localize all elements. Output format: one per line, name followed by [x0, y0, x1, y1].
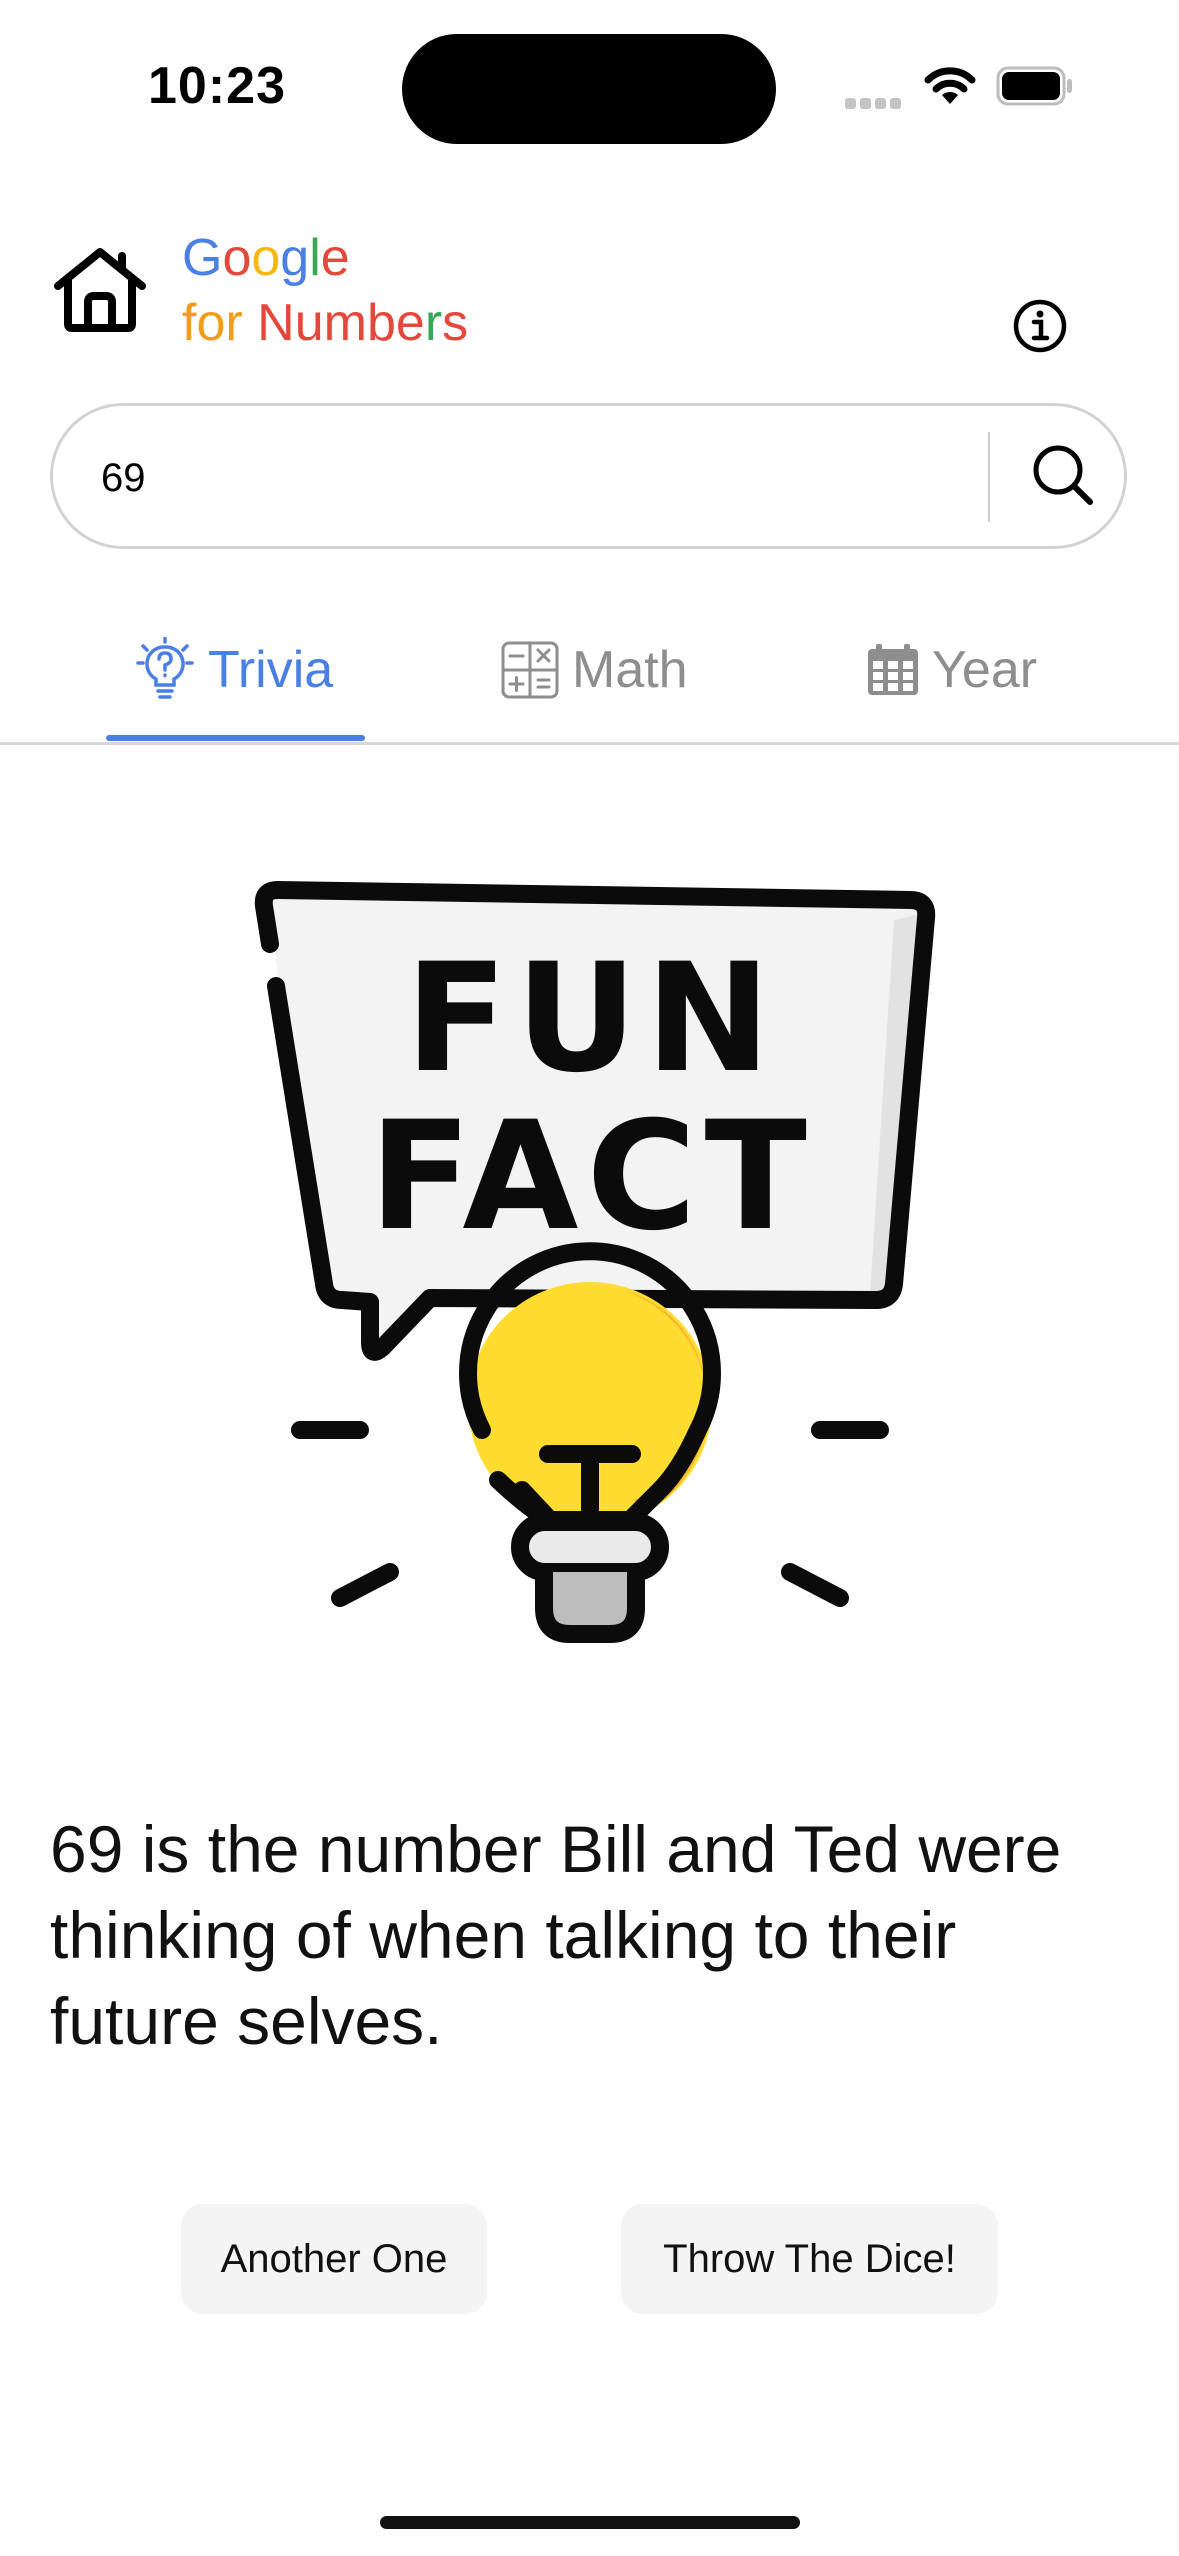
- tab-math-label: Math: [572, 641, 688, 699]
- brand-letter: N: [257, 294, 295, 352]
- lightbulb-question-icon: [136, 637, 194, 699]
- throw-the-dice-button[interactable]: Throw The Dice!: [621, 2204, 998, 2314]
- brand-letter: s: [442, 294, 469, 352]
- tab-trivia[interactable]: Trivia: [134, 630, 333, 710]
- brand-letter: g: [280, 229, 310, 287]
- brand-letter: r: [225, 294, 243, 352]
- brand-letter: o: [196, 294, 226, 352]
- calendar-icon: [868, 644, 918, 695]
- info-icon[interactable]: [1012, 298, 1068, 359]
- tab-bar-divider: [0, 742, 1179, 745]
- fact-text: 69 is the number Bill and Ted were think…: [50, 1812, 1062, 2058]
- cellular-signal-icon: [845, 96, 905, 110]
- illustration-fun: FUN: [405, 932, 779, 1106]
- brand-letter: [243, 294, 257, 352]
- tab-year-label: Year: [932, 641, 1038, 699]
- brand-letter: o: [222, 229, 252, 287]
- search-button[interactable]: [1018, 428, 1110, 520]
- brand-letter: b: [366, 294, 396, 352]
- calculator-icon: [501, 641, 559, 699]
- brand-letter: r: [424, 294, 443, 352]
- home-indicator: [380, 2516, 800, 2529]
- status-time: 10:23: [148, 57, 286, 115]
- search-bar: [50, 403, 1127, 549]
- wifi-icon: [922, 64, 978, 113]
- fun-fact-lightbulb-icon: FUN FACT: [230, 870, 950, 1680]
- search-icon: [1033, 445, 1093, 505]
- brand-letter: G: [182, 229, 223, 287]
- search-divider: [988, 432, 990, 522]
- brand-letter: u: [294, 294, 324, 352]
- dynamic-island: [402, 34, 776, 144]
- tab-trivia-label: Trivia: [208, 641, 334, 699]
- brand-for-numbers-text: for Numbers: [182, 293, 468, 353]
- another-one-button[interactable]: Another One: [181, 2204, 487, 2314]
- tab-year[interactable]: Year: [866, 630, 1037, 710]
- battery-icon: [996, 66, 1074, 106]
- brand-letter: m: [323, 294, 367, 352]
- home-icon[interactable]: [52, 246, 148, 337]
- search-input[interactable]: [99, 446, 983, 510]
- brand-letter: o: [251, 229, 281, 287]
- brand-letter: e: [320, 229, 350, 287]
- brand-letter: f: [182, 294, 197, 352]
- brand-letter: l: [309, 229, 321, 287]
- active-tab-indicator: [106, 735, 365, 741]
- brand-letter: e: [395, 294, 425, 352]
- illustration-fact: FACT: [369, 1090, 815, 1264]
- brand-google-text: Google: [182, 228, 350, 288]
- tab-math[interactable]: Math: [500, 630, 688, 710]
